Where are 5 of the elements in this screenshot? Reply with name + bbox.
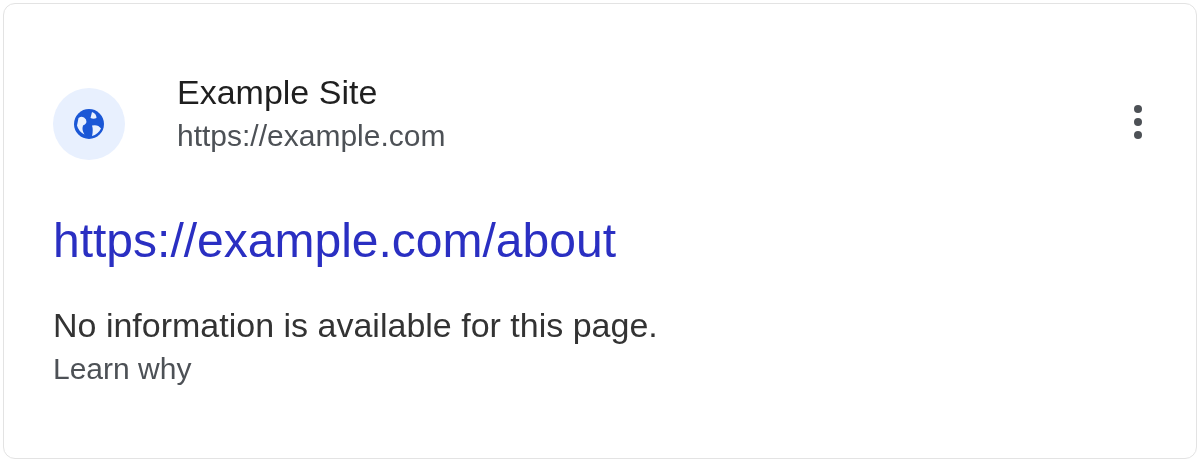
result-snippet: No information is available for this page. [53,305,659,346]
site-name: Example Site [177,72,379,113]
site-url: https://example.com [177,118,447,154]
result-title-link[interactable]: https://example.com/about [53,212,616,270]
learn-why-link[interactable]: Learn why [53,349,192,389]
